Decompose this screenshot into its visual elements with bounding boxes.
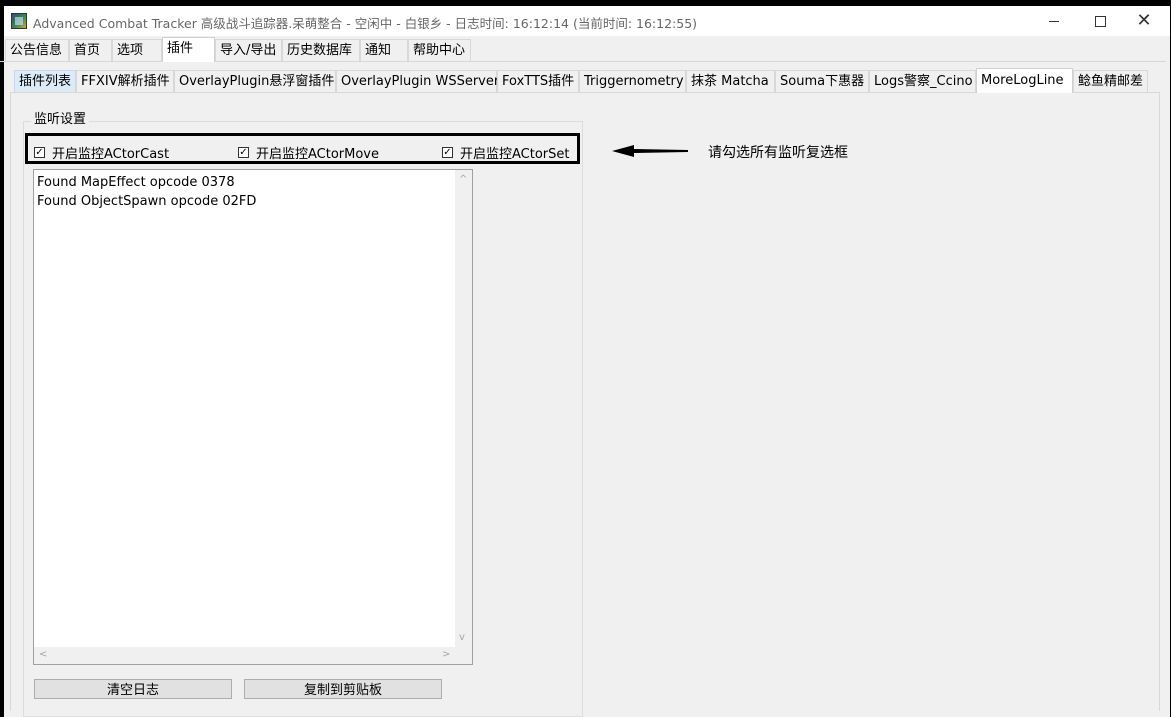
- left-arrow-icon: [612, 145, 688, 157]
- maximize-button[interactable]: [1077, 6, 1123, 36]
- close-icon: ✕: [1136, 10, 1152, 31]
- listen-settings-title: 监听设置: [31, 108, 90, 127]
- log-line: Found MapEffect opcode 0378: [37, 175, 235, 190]
- tab-logs-police[interactable]: Logs警察_Ccino: [869, 70, 976, 92]
- tab-catfish-postman[interactable]: 鲶鱼精邮差: [1073, 70, 1148, 92]
- log-line: Found ObjectSpawn opcode 02FD: [37, 194, 257, 209]
- tab-help[interactable]: 帮助中心: [408, 39, 471, 61]
- tab-triggernometry[interactable]: Triggernometry: [579, 70, 686, 92]
- horizontal-scrollbar[interactable]: < >: [34, 647, 455, 664]
- checkbox-label: 开启监控ACtorSet: [460, 147, 570, 162]
- tab-ffxiv-parser[interactable]: FFXIV解析插件: [76, 70, 174, 92]
- app-logo-icon: [11, 13, 27, 29]
- checkbox-check-icon[interactable]: ✓: [34, 147, 45, 158]
- clear-log-button[interactable]: 清空日志: [34, 679, 232, 699]
- tab-foxtts[interactable]: FoxTTS插件: [497, 70, 579, 92]
- tab-souma[interactable]: Souma下惠器: [775, 70, 869, 92]
- window-title: Advanced Combat Tracker 高级战斗追踪器.呆萌整合 - 空…: [33, 16, 698, 31]
- tab-home[interactable]: 首页: [69, 39, 112, 61]
- main-tab-strip: 公告信息 首页 选项 插件 导入/导出 历史数据库 通知 帮助中心: [3, 37, 1163, 62]
- plugin-tab-strip: 插件列表 FFXIV解析插件 OverlayPlugin悬浮窗插件 Overla…: [10, 68, 1160, 93]
- tab-announcements[interactable]: 公告信息: [5, 39, 69, 61]
- tab-history-db[interactable]: 历史数据库: [282, 39, 360, 61]
- scroll-up-icon[interactable]: ^: [459, 175, 467, 185]
- log-textarea[interactable]: Found MapEffect opcode 0378 Found Object…: [33, 169, 473, 665]
- tab-matcha[interactable]: 抹茶 Matcha: [686, 70, 775, 92]
- close-button[interactable]: ✕: [1121, 6, 1167, 36]
- title-bar[interactable]: Advanced Combat Tracker 高级战斗追踪器.呆萌整合 - 空…: [4, 6, 1170, 36]
- tab-import-export[interactable]: 导入/导出: [215, 39, 282, 61]
- checkbox-check-icon[interactable]: ✓: [442, 147, 453, 158]
- maximize-icon: [1094, 15, 1106, 27]
- scroll-corner: [455, 647, 472, 664]
- annotation-text: 请勾选所有监听复选框: [708, 145, 848, 161]
- copy-to-clipboard-button[interactable]: 复制到剪贴板: [244, 679, 442, 699]
- scroll-right-icon[interactable]: >: [442, 650, 450, 660]
- vertical-scrollbar[interactable]: ^ v: [455, 170, 472, 649]
- checkbox-label: 开启监控ACtorMove: [256, 147, 379, 162]
- tab-notify[interactable]: 通知: [360, 39, 408, 61]
- log-lines: Found MapEffect opcode 0378 Found Object…: [37, 173, 256, 211]
- minimize-button[interactable]: [1031, 6, 1077, 36]
- checkbox-actorset[interactable]: ✓ 开启监控ACtorSet: [442, 143, 570, 162]
- scroll-left-icon[interactable]: <: [39, 650, 47, 660]
- checkbox-label: 开启监控ACtorCast: [52, 147, 170, 162]
- checkbox-actorcast[interactable]: ✓ 开启监控ACtorCast: [34, 143, 169, 162]
- tab-plugin-list[interactable]: 插件列表: [14, 70, 76, 92]
- tab-overlayplugin-wsserver[interactable]: OverlayPlugin WSServer: [336, 70, 499, 92]
- tab-options[interactable]: 选项: [112, 39, 162, 61]
- tab-moreLogLine[interactable]: MoreLogLine: [976, 68, 1073, 93]
- checkbox-actormove[interactable]: ✓ 开启监控ACtorMove: [238, 143, 379, 162]
- checkbox-check-icon[interactable]: ✓: [238, 147, 249, 158]
- tab-overlayplugin[interactable]: OverlayPlugin悬浮窗插件: [174, 70, 336, 92]
- tab-plugins[interactable]: 插件: [162, 37, 215, 62]
- minimize-icon: [1049, 20, 1059, 22]
- scroll-down-icon[interactable]: v: [459, 633, 465, 643]
